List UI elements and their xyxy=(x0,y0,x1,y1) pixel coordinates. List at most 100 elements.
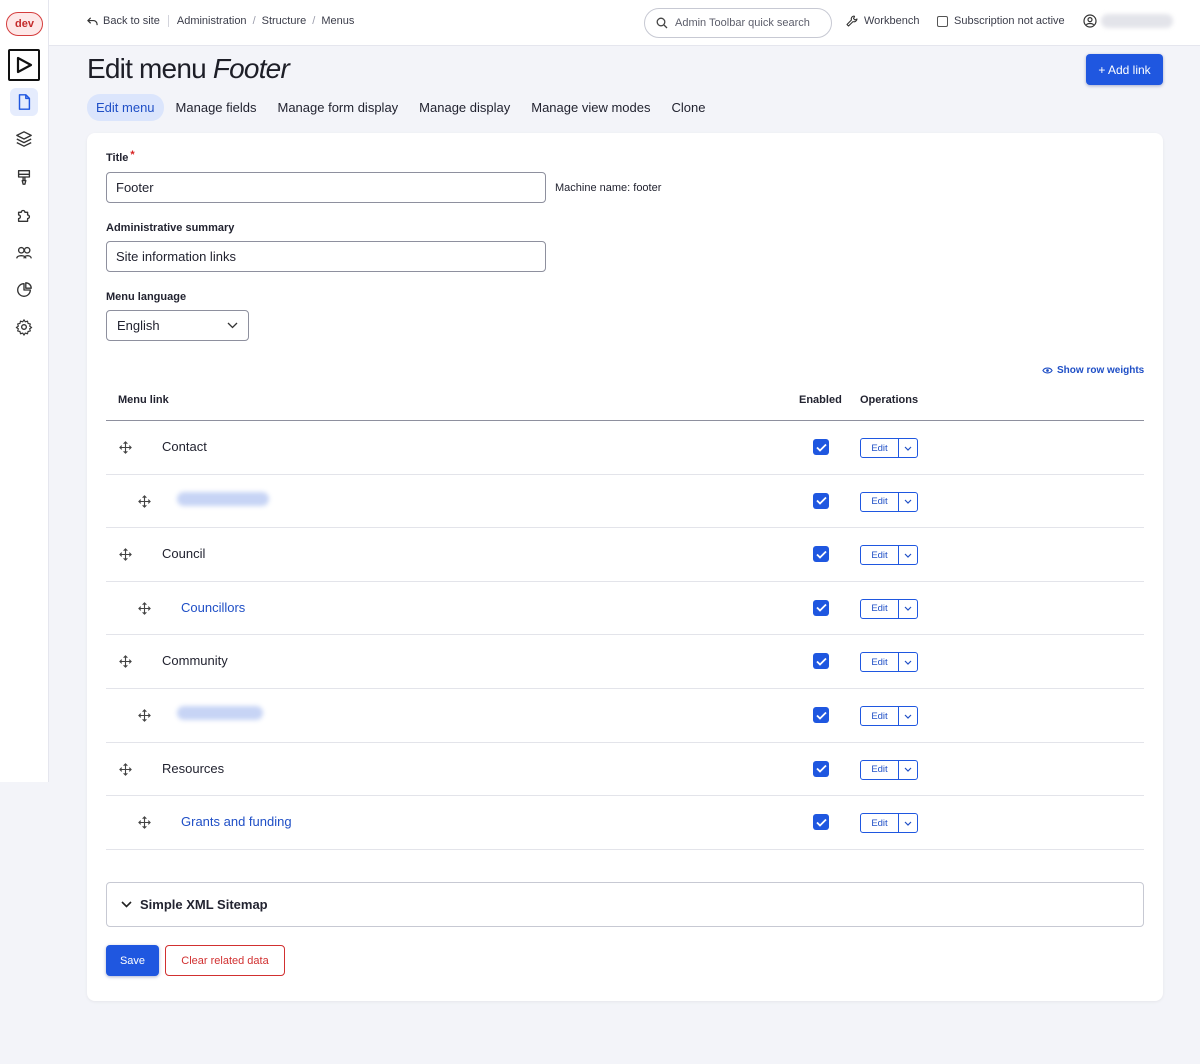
breadcrumb-item-menus[interactable]: Menus xyxy=(321,15,354,27)
edit-button-label[interactable]: Edit xyxy=(861,546,899,565)
add-link-button[interactable]: + Add link xyxy=(1086,54,1163,85)
drag-handle-icon[interactable] xyxy=(119,655,132,669)
edit-button-label[interactable]: Edit xyxy=(861,653,899,672)
checkmark-icon xyxy=(815,657,827,666)
structure-layers-icon[interactable] xyxy=(10,125,38,153)
drag-handle-icon[interactable] xyxy=(138,709,151,722)
enabled-checkbox[interactable] xyxy=(813,653,829,670)
back-to-site-link[interactable]: Back to site xyxy=(87,15,169,27)
operations-dropdown-toggle[interactable] xyxy=(899,493,917,511)
people-icon[interactable] xyxy=(10,239,38,267)
menu-link-title[interactable]: Grants and funding xyxy=(181,814,292,829)
save-button[interactable]: Save xyxy=(106,945,159,976)
operations-dropdown-toggle[interactable] xyxy=(899,707,917,725)
show-row-weights-link[interactable]: Show row weights xyxy=(1042,365,1144,376)
checkmark-icon xyxy=(815,764,827,773)
enabled-checkbox[interactable] xyxy=(813,707,829,723)
menu-link-title[interactable]: Resources xyxy=(162,761,224,776)
menu-link-title[interactable]: Community xyxy=(162,653,228,668)
chevron-down-icon xyxy=(227,322,238,329)
enabled-checkbox[interactable] xyxy=(813,492,829,509)
clear-related-data-button[interactable]: Clear related data xyxy=(165,945,285,976)
edit-button-label[interactable]: Edit xyxy=(861,439,899,457)
enabled-checkbox[interactable] xyxy=(813,814,829,831)
chevron-down-icon xyxy=(904,714,912,719)
edit-button-label[interactable]: Edit xyxy=(861,707,899,725)
tab-edit-menu[interactable]: Edit menu xyxy=(87,94,164,121)
chevron-down-icon xyxy=(904,767,912,772)
enabled-checkbox[interactable] xyxy=(813,760,829,777)
content-icon[interactable] xyxy=(10,88,38,116)
eye-icon xyxy=(1042,367,1053,374)
tab-manage-form-display[interactable]: Manage form display xyxy=(269,94,408,121)
search-input[interactable] xyxy=(675,17,815,29)
edit-button-label[interactable]: Edit xyxy=(861,760,899,779)
edit-operation-button[interactable]: Edit xyxy=(860,491,918,512)
enabled-checkbox[interactable] xyxy=(813,546,829,563)
operations-dropdown-toggle[interactable] xyxy=(899,439,917,457)
tab-manage-view-modes[interactable]: Manage view modes xyxy=(522,94,659,121)
workbench-link[interactable]: Workbench xyxy=(846,15,919,27)
title-field[interactable] xyxy=(106,172,546,203)
breadcrumb-item-administration[interactable]: Administration xyxy=(177,15,247,27)
operations-dropdown-toggle[interactable] xyxy=(899,600,917,618)
chevron-down-icon xyxy=(904,446,912,451)
reports-pie-icon[interactable] xyxy=(10,276,38,304)
breadcrumb-item-structure[interactable]: Structure xyxy=(262,15,307,27)
page-title: Edit menu Footer xyxy=(87,53,290,84)
summary-field[interactable] xyxy=(106,241,546,272)
tab-clone[interactable]: Clone xyxy=(662,94,714,121)
table-row: Edit xyxy=(106,689,1144,743)
table-row: Community Edit xyxy=(106,635,1144,689)
edit-operation-button[interactable]: Edit xyxy=(860,438,918,458)
configuration-gear-icon[interactable] xyxy=(10,313,38,341)
admin-toolbar: Back to site Administration / Structure … xyxy=(49,0,1200,46)
menu-link-title-redacted[interactable] xyxy=(177,706,263,720)
operations-dropdown-toggle[interactable] xyxy=(899,546,917,564)
extend-puzzle-icon[interactable] xyxy=(10,201,38,229)
edit-operation-button[interactable]: Edit xyxy=(860,759,918,780)
edit-operation-button[interactable]: Edit xyxy=(860,813,918,834)
menu-link-title-redacted[interactable] xyxy=(177,491,269,506)
subscription-status[interactable]: Subscription not active xyxy=(937,15,1065,27)
tab-manage-fields[interactable]: Manage fields xyxy=(167,94,266,121)
edit-button-label[interactable]: Edit xyxy=(861,814,899,833)
drag-handle-icon[interactable] xyxy=(119,762,132,776)
table-row: Councillors Edit xyxy=(106,582,1144,636)
user-account-icon[interactable] xyxy=(1083,14,1097,28)
drag-handle-icon[interactable] xyxy=(119,441,132,454)
chevron-down-icon xyxy=(904,606,912,612)
drag-handle-icon[interactable] xyxy=(138,601,151,615)
checkmark-icon xyxy=(815,443,827,452)
drag-handle-icon[interactable] xyxy=(138,816,151,830)
drupal-logo-icon[interactable] xyxy=(8,49,40,81)
title-label: Title * xyxy=(106,149,135,164)
appearance-brush-icon[interactable] xyxy=(10,163,38,191)
operations-dropdown-toggle[interactable] xyxy=(899,653,917,671)
edit-operation-button[interactable]: Edit xyxy=(860,545,918,566)
drag-handle-icon[interactable] xyxy=(119,548,132,562)
edit-operation-button[interactable]: Edit xyxy=(860,652,918,673)
edit-operation-button[interactable]: Edit xyxy=(860,598,918,619)
table-row: Grants and funding Edit xyxy=(106,796,1144,850)
edit-operation-button[interactable]: Edit xyxy=(860,706,918,726)
menu-link-title[interactable]: Contact xyxy=(162,439,207,454)
language-label: Menu language xyxy=(106,291,187,303)
edit-button-label[interactable]: Edit xyxy=(861,492,899,511)
table-row: Council Edit xyxy=(106,528,1144,582)
tab-manage-display[interactable]: Manage display xyxy=(410,94,519,121)
admin-quick-search[interactable] xyxy=(644,8,832,38)
enabled-checkbox[interactable] xyxy=(813,599,829,616)
menu-link-title[interactable]: Councillors xyxy=(181,600,245,615)
operations-dropdown-toggle[interactable] xyxy=(899,761,917,779)
user-name-redacted xyxy=(1101,14,1173,28)
menu-link-title[interactable]: Council xyxy=(162,546,205,561)
drag-handle-icon[interactable] xyxy=(138,494,151,508)
enabled-checkbox[interactable] xyxy=(813,439,829,455)
menu-edit-form: Title* Machine name: footer Administrati… xyxy=(87,133,1163,1001)
edit-button-label[interactable]: Edit xyxy=(861,599,899,618)
machine-name: Machine name: footer xyxy=(555,182,662,194)
language-select[interactable]: English xyxy=(106,310,249,341)
operations-dropdown-toggle[interactable] xyxy=(899,814,917,832)
sitemap-details-toggle[interactable]: Simple XML Sitemap xyxy=(106,882,1144,927)
